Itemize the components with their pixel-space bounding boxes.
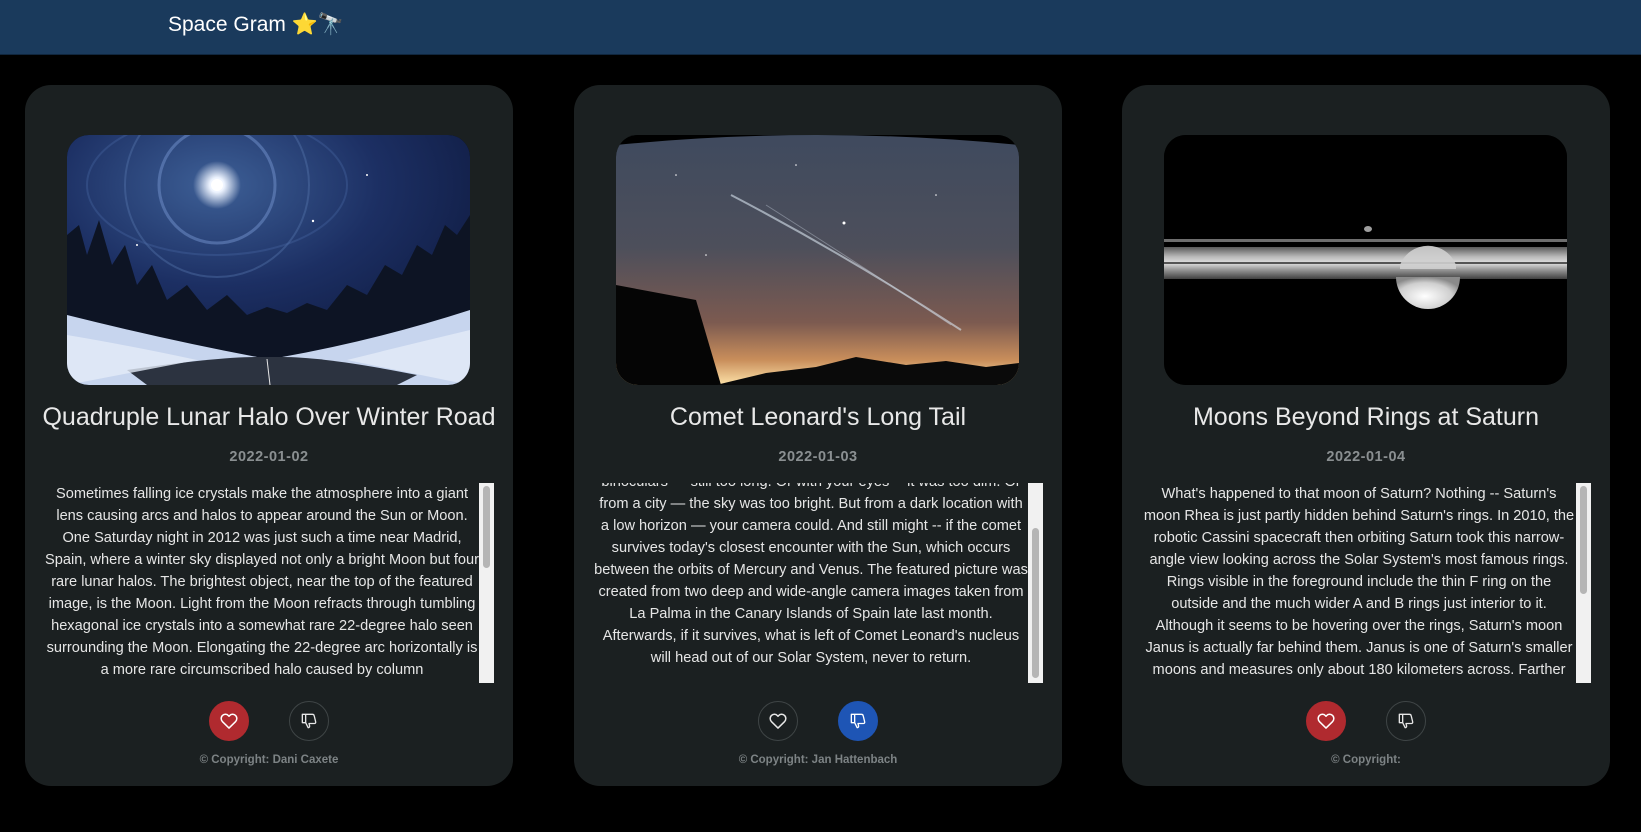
- comet-tail-photo: [616, 135, 1019, 385]
- brand-title[interactable]: Space Gram ⭐🔭: [168, 13, 344, 37]
- post-explanation-scroll[interactable]: What's happened to that moon of Saturn? …: [1142, 483, 1578, 683]
- heart-icon: [769, 713, 787, 729]
- post-title: Moons Beyond Rings at Saturn: [1192, 403, 1540, 431]
- post-date: 2022-01-02: [229, 449, 309, 465]
- post-explanation-scroll[interactable]: Sometimes falling ice crystals make the …: [45, 483, 481, 683]
- dislike-button[interactable]: [289, 701, 329, 741]
- scrollbar-thumb[interactable]: [483, 486, 490, 568]
- moon-halo-photo: [67, 135, 470, 385]
- post-image: [67, 135, 470, 385]
- like-button[interactable]: [758, 701, 798, 741]
- post-date: 2022-01-04: [1326, 449, 1406, 465]
- thumbs-down-icon: [301, 713, 317, 729]
- post-card: Comet Leonard's Long Tail 2022-01-03 bin…: [574, 85, 1062, 786]
- post-copyright: © Copyright: Jan Hattenbach: [738, 754, 898, 766]
- like-button[interactable]: [209, 701, 249, 741]
- thumbs-down-icon: [850, 713, 866, 729]
- post-explanation: binoculars — still too long. Or with you…: [594, 483, 1028, 666]
- post-explanation: Sometimes falling ice crystals make the …: [45, 486, 480, 678]
- heart-icon: [1317, 713, 1335, 729]
- scrollbar[interactable]: [479, 483, 494, 683]
- scrollbar[interactable]: [1028, 483, 1043, 683]
- post-explanation-scroll[interactable]: binoculars — still too long. Or with you…: [594, 483, 1030, 683]
- like-button[interactable]: [1306, 701, 1346, 741]
- navbar: Space Gram ⭐🔭: [0, 0, 1641, 55]
- saturn-rings-photo: [1164, 135, 1567, 385]
- dislike-button[interactable]: [838, 701, 878, 741]
- scrollbar-thumb[interactable]: [1580, 486, 1587, 594]
- scrollbar[interactable]: [1576, 483, 1591, 683]
- dislike-button[interactable]: [1386, 701, 1426, 741]
- post-copyright: © Copyright: Dani Caxete: [199, 754, 339, 766]
- post-card: Moons Beyond Rings at Saturn 2022-01-04 …: [1122, 85, 1610, 786]
- post-explanation: What's happened to that moon of Saturn? …: [1143, 486, 1575, 678]
- heart-icon: [220, 713, 238, 729]
- post-date: 2022-01-03: [778, 449, 858, 465]
- post-title: Quadruple Lunar Halo Over Winter Road: [42, 403, 496, 431]
- post-image: [1164, 135, 1567, 385]
- post-card: Quadruple Lunar Halo Over Winter Road 20…: [25, 85, 513, 786]
- post-copyright: © Copyright:: [1331, 754, 1401, 766]
- post-image: [616, 135, 1019, 385]
- scrollbar-thumb[interactable]: [1032, 528, 1039, 678]
- post-title: Comet Leonard's Long Tail: [669, 403, 967, 431]
- thumbs-down-icon: [1398, 713, 1414, 729]
